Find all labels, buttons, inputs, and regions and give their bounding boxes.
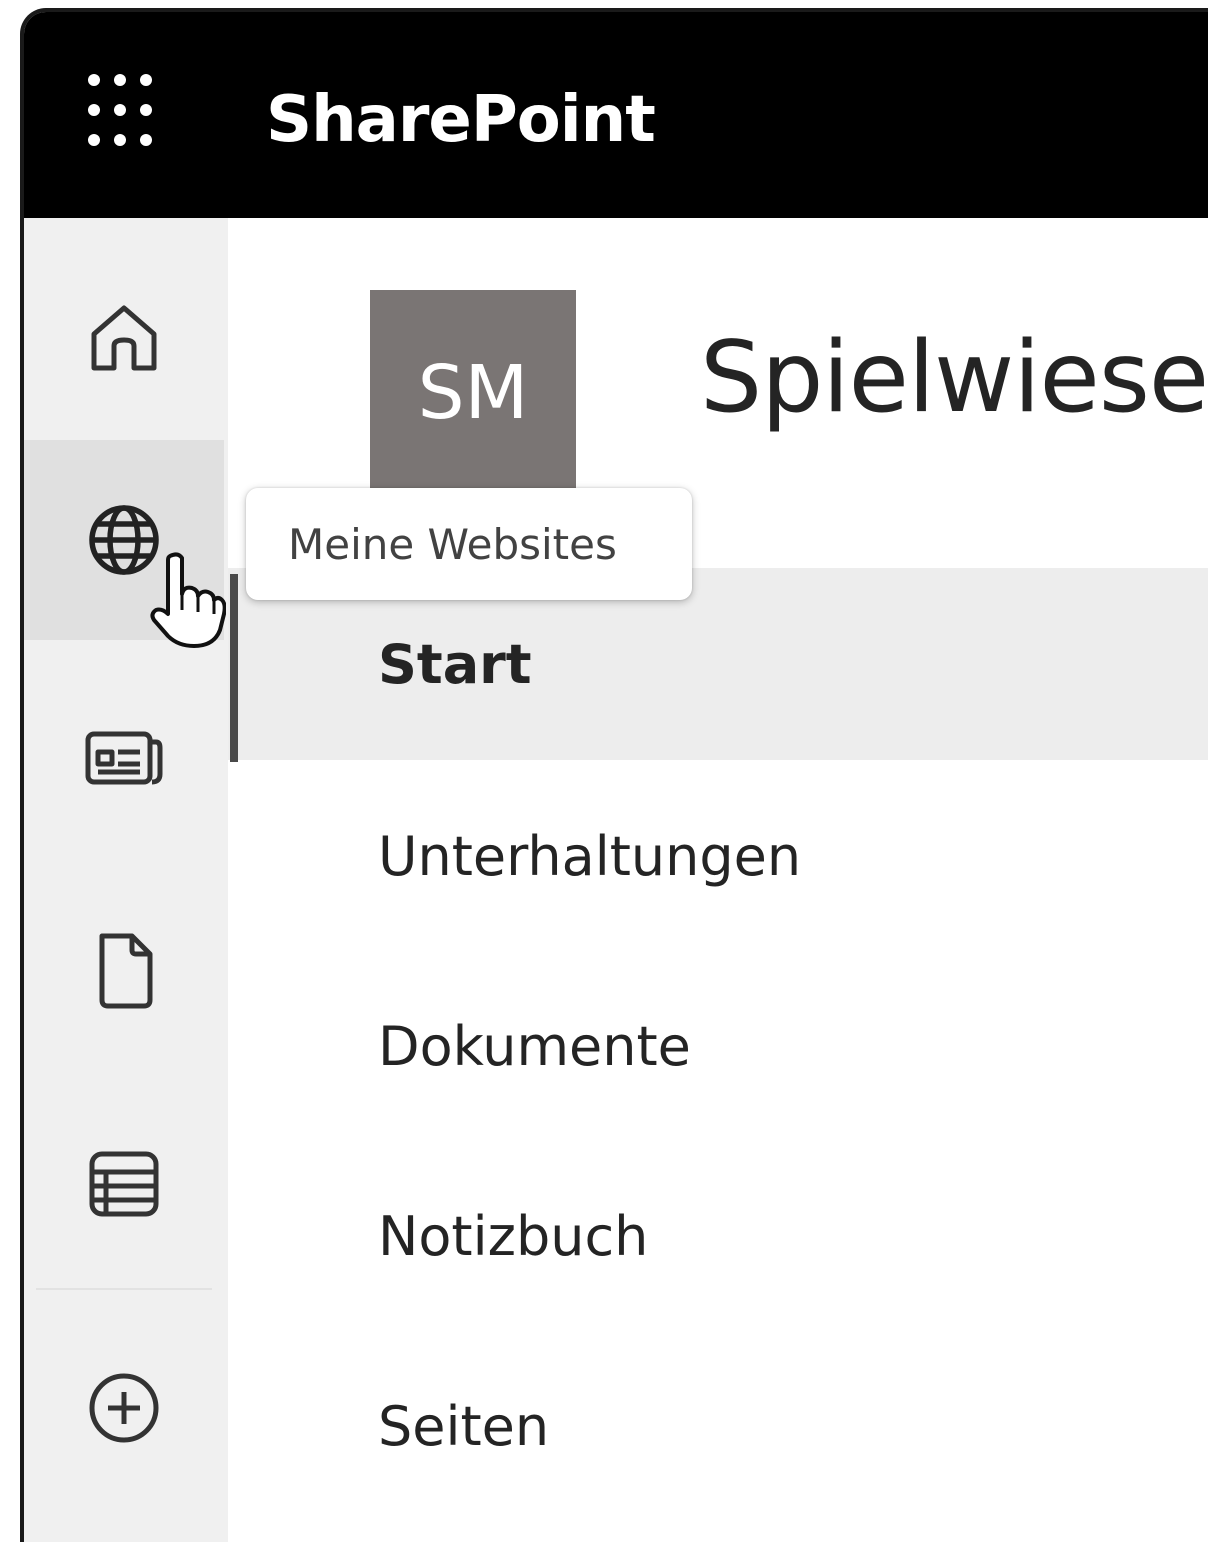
nav-item-dokumente[interactable]: Dokumente xyxy=(228,950,1208,1142)
list-icon xyxy=(89,1151,159,1217)
site-title[interactable]: Spielwiese xyxy=(700,318,1208,438)
nav-item-notizbuch[interactable]: Notizbuch xyxy=(228,1140,1208,1332)
rail-divider xyxy=(36,1288,212,1290)
hand-cursor-icon xyxy=(150,552,226,648)
app-title[interactable]: SharePoint xyxy=(266,78,656,162)
rail-files-button[interactable] xyxy=(24,870,224,1070)
site-content: SM Spielwiese Start Unterhaltungen Dokum… xyxy=(228,218,1208,1542)
news-icon xyxy=(85,731,163,785)
app-launcher-icon[interactable] xyxy=(88,74,164,150)
add-circle-icon xyxy=(89,1373,159,1443)
nav-item-label: Notizbuch xyxy=(378,1204,649,1268)
app-frame: SharePoint SM Spielwiese Start Unterhalt… xyxy=(20,8,1208,1542)
suite-bar: SharePoint xyxy=(24,12,1208,218)
home-icon xyxy=(91,305,157,371)
rail-home-button[interactable] xyxy=(24,238,224,438)
nav-item-label: Unterhaltungen xyxy=(378,824,802,888)
rail-lists-button[interactable] xyxy=(24,1084,224,1284)
nav-item-label: Seiten xyxy=(378,1394,550,1458)
nav-item-seiten[interactable]: Seiten xyxy=(228,1330,1208,1522)
app-bar xyxy=(24,218,228,1542)
rail-tooltip: Meine Websites xyxy=(246,488,692,600)
nav-item-label: Start xyxy=(378,632,532,696)
rail-news-button[interactable] xyxy=(24,658,224,858)
nav-item-label: Dokumente xyxy=(378,1014,691,1078)
rail-create-button[interactable] xyxy=(24,1308,224,1508)
site-logo[interactable]: SM xyxy=(370,290,576,496)
nav-item-unterhaltungen[interactable]: Unterhaltungen xyxy=(228,760,1208,952)
document-icon xyxy=(99,933,153,1009)
